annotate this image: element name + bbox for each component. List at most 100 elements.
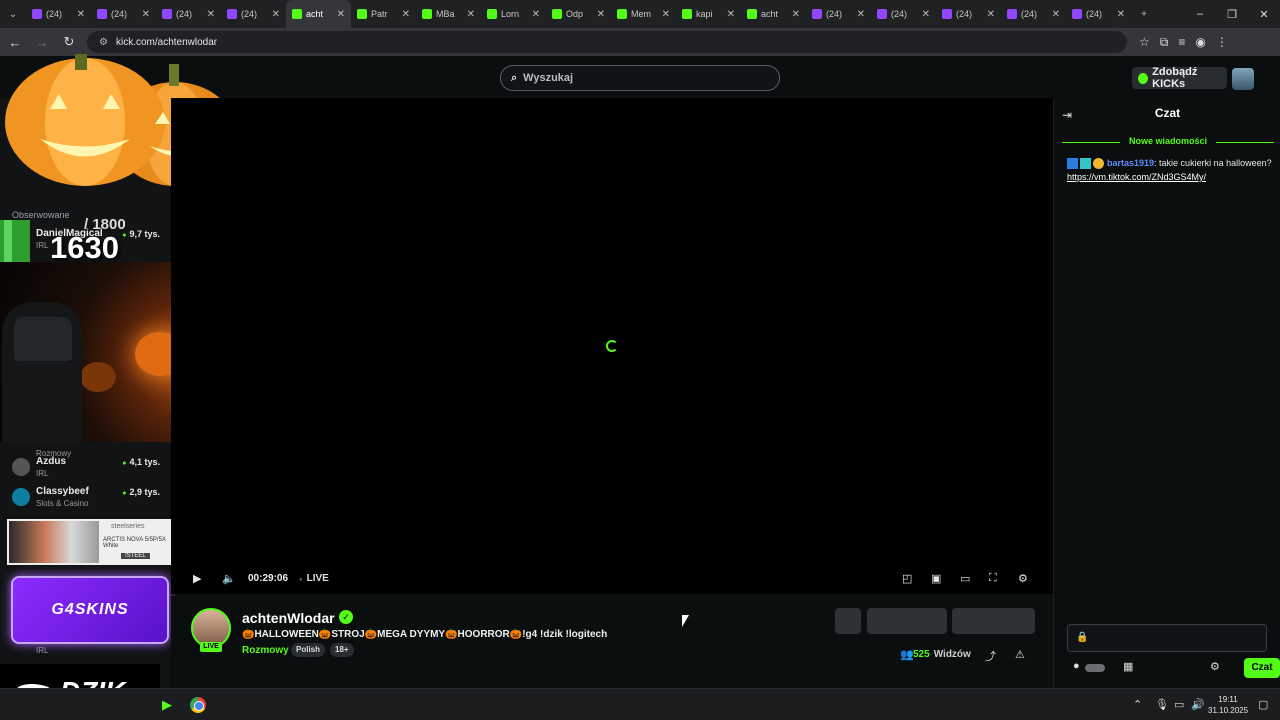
- goal-counter: / 1800 1630: [0, 212, 170, 265]
- fullscreen-icon[interactable]: ⛶: [989, 572, 997, 585]
- kick-app-icon[interactable]: ▶: [162, 697, 172, 713]
- chat-link[interactable]: https://vm.tiktok.com/ZNd3GS4My/: [1067, 172, 1206, 182]
- tab-title: (24): [1021, 9, 1038, 19]
- browser-tab[interactable]: (24) ✕: [91, 0, 156, 28]
- chat-title: Czat: [1154, 106, 1181, 120]
- menu-icon[interactable]: ⋮: [1216, 35, 1228, 50]
- channel-avatar: [12, 458, 30, 476]
- close-tab-icon[interactable]: ✕: [142, 9, 150, 20]
- store-icon[interactable]: ▦: [1123, 660, 1133, 673]
- close-tab-icon[interactable]: ✕: [922, 9, 930, 20]
- new-tab-icon[interactable]: +: [1131, 0, 1157, 28]
- browser-tab[interactable]: (24) ✕: [871, 0, 936, 28]
- system-clock[interactable]: 19:11 31.10.2025: [1208, 694, 1248, 716]
- share-icon[interactable]: ⤴: [985, 648, 996, 664]
- reload-icon[interactable]: ↻: [57, 34, 81, 50]
- bookmark-star-icon[interactable]: ☆: [1139, 35, 1150, 50]
- get-kicks-button[interactable]: Zdobądź KICKs: [1132, 66, 1227, 90]
- settings-gear-icon[interactable]: ⚙: [1018, 572, 1028, 585]
- tab-title: (24): [826, 9, 843, 19]
- close-tab-icon[interactable]: ✕: [1052, 9, 1060, 20]
- follow-button-placeholder[interactable]: [867, 608, 947, 634]
- close-tab-icon[interactable]: ✕: [597, 9, 605, 20]
- volume-tray-icon[interactable]: 🔊: [1191, 698, 1205, 711]
- browser-tab[interactable]: (24) ✕: [1066, 0, 1131, 28]
- sidebar-channel-row[interactable]: Classybeef Slots & Casino 2,9 tys.: [10, 486, 160, 514]
- sidebar-channel-row[interactable]: Azdus IRL 4,1 tys.: [10, 456, 160, 484]
- points-icon[interactable]: ●: [1073, 660, 1080, 672]
- subscribe-button-placeholder[interactable]: [952, 608, 1035, 634]
- close-tab-icon[interactable]: ✕: [207, 9, 215, 20]
- site-info-icon[interactable]: ⚙: [99, 37, 108, 48]
- browser-tab[interactable]: kapi ✕: [676, 0, 741, 28]
- browser-tab[interactable]: (24) ✕: [26, 0, 91, 28]
- search-input[interactable]: ⌕ Wyszukaj: [500, 65, 780, 91]
- tray-expand-icon[interactable]: ⌃: [1133, 698, 1142, 711]
- browser-tab[interactable]: (24) ✕: [1001, 0, 1066, 28]
- browser-tab[interactable]: (24) ✕: [156, 0, 221, 28]
- close-window-icon[interactable]: ✕: [1248, 8, 1280, 21]
- report-icon[interactable]: ⚠: [1015, 648, 1025, 661]
- mini-player-icon[interactable]: ◰: [902, 572, 912, 585]
- tab-list-dropdown-icon[interactable]: ⌄: [0, 0, 26, 28]
- close-tab-icon[interactable]: ✕: [402, 9, 410, 20]
- maximize-icon[interactable]: ❐: [1216, 8, 1248, 21]
- search-placeholder: Wyszukaj: [523, 72, 574, 84]
- profile-icon[interactable]: ◉: [1195, 35, 1205, 50]
- browser-tab[interactable]: (24) ✕: [806, 0, 871, 28]
- close-tab-icon[interactable]: ✕: [272, 9, 280, 20]
- browser-tab[interactable]: Odp ✕: [546, 0, 611, 28]
- close-tab-icon[interactable]: ✕: [662, 9, 670, 20]
- play-icon[interactable]: ▶: [193, 572, 201, 585]
- network-icon[interactable]: ▭: [1174, 698, 1184, 711]
- browser-tab[interactable]: Mem ✕: [611, 0, 676, 28]
- goal-current: 1630: [50, 230, 119, 265]
- twitch-icon: [32, 9, 42, 19]
- browser-tab[interactable]: acht ✕: [741, 0, 806, 28]
- close-tab-icon[interactable]: ✕: [727, 9, 735, 20]
- extensions-icon[interactable]: ⧉: [1160, 35, 1169, 50]
- close-tab-icon[interactable]: ✕: [467, 9, 475, 20]
- browser-tab[interactable]: (24) ✕: [221, 0, 286, 28]
- streamer-name[interactable]: achtenWlodar: [242, 610, 335, 626]
- close-tab-icon[interactable]: ✕: [337, 9, 345, 20]
- forward-icon[interactable]: →: [30, 35, 54, 50]
- chat-toggle[interactable]: [1085, 664, 1105, 672]
- browser-tab[interactable]: acht ✕: [286, 0, 351, 28]
- user-avatar[interactable]: [1232, 68, 1254, 90]
- kick-icon: [357, 9, 367, 19]
- address-bar[interactable]: ⚙ kick.com/achtenwlodar: [87, 31, 1127, 53]
- close-tab-icon[interactable]: ✕: [532, 9, 540, 20]
- close-tab-icon[interactable]: ✕: [1117, 9, 1125, 20]
- twitch-icon: [162, 9, 172, 19]
- tag-age[interactable]: 18+: [330, 643, 354, 657]
- browser-tab[interactable]: (24) ✕: [936, 0, 1001, 28]
- browser-tab[interactable]: MBa ✕: [416, 0, 481, 28]
- microphone-icon[interactable]: 🎙: [1155, 698, 1169, 711]
- viewer-number: 525: [913, 649, 930, 660]
- browser-tab[interactable]: Patr ✕: [351, 0, 416, 28]
- close-tab-icon[interactable]: ✕: [77, 9, 85, 20]
- tag-language[interactable]: Polish: [291, 643, 326, 657]
- chat-username[interactable]: bartas1919: [1107, 158, 1154, 168]
- close-tab-icon[interactable]: ✕: [857, 9, 865, 20]
- minimize-icon[interactable]: –: [1184, 8, 1216, 21]
- close-tab-icon[interactable]: ✕: [987, 9, 995, 20]
- action-button-placeholder[interactable]: [835, 608, 861, 634]
- notifications-icon[interactable]: ▢: [1258, 698, 1268, 711]
- stream-category[interactable]: Rozmowy: [242, 645, 289, 656]
- chat-settings-icon[interactable]: ⚙: [1210, 660, 1220, 673]
- clip-icon[interactable]: ▣: [931, 572, 941, 585]
- close-tab-icon[interactable]: ✕: [792, 9, 800, 20]
- chat-input[interactable]: 🔒: [1067, 624, 1267, 652]
- chrome-icon[interactable]: [190, 697, 206, 713]
- browser-tab[interactable]: Lorn ✕: [481, 0, 546, 28]
- tab-title: kapi: [696, 9, 713, 19]
- chat-send-button[interactable]: Czat: [1244, 658, 1280, 678]
- viewers-icon: 👥: [900, 649, 914, 661]
- media-control-icon[interactable]: ≡: [1178, 35, 1185, 50]
- back-icon[interactable]: ←: [3, 35, 27, 50]
- twitch-icon: [97, 9, 107, 19]
- volume-icon[interactable]: 🔈: [222, 572, 236, 585]
- theater-mode-icon[interactable]: ▭: [960, 572, 970, 585]
